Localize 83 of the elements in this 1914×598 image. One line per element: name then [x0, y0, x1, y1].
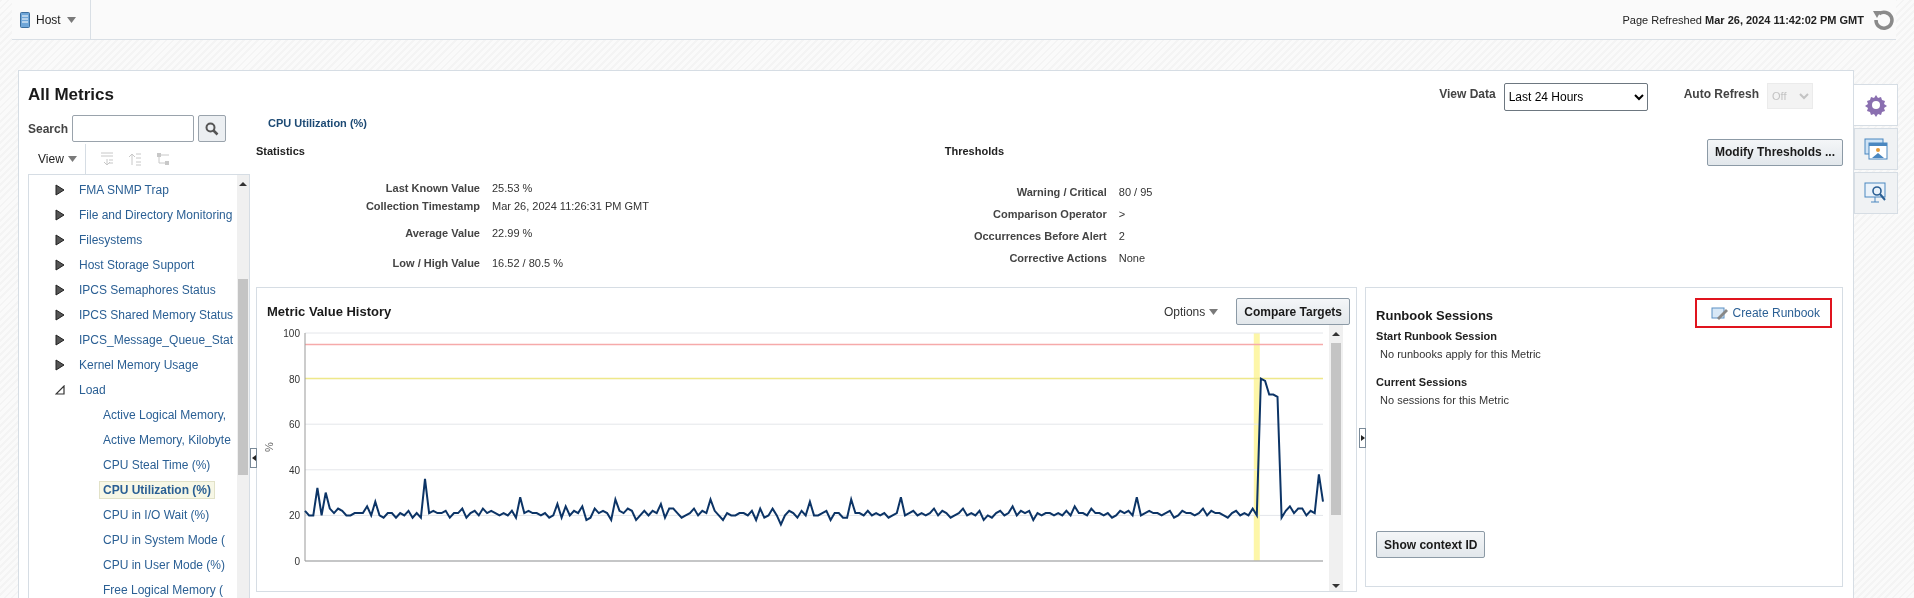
- side-tab[interactable]: [1854, 172, 1898, 214]
- show-context-id-button[interactable]: Show context ID: [1376, 531, 1486, 558]
- monitor-search-icon: [1864, 182, 1888, 204]
- view-data-select[interactable]: Last 24 Hours: [1503, 83, 1648, 111]
- axis-tick-label: 80: [288, 373, 300, 385]
- field-label: Collection Timestamp: [364, 200, 480, 212]
- tree-item[interactable]: Filesystems: [75, 230, 147, 249]
- tree-item[interactable]: FMA SNMP Trap: [75, 180, 173, 199]
- tree-item[interactable]: IPCS Shared Memory Status: [75, 305, 238, 324]
- caret-icon: [1209, 308, 1219, 315]
- tree-item[interactable]: CPU in I/O Wait (%): [99, 505, 214, 524]
- field-label: Occurrences Before Alert: [972, 230, 1107, 242]
- side-tab[interactable]: [1854, 128, 1898, 170]
- caret-icon: [66, 16, 76, 23]
- create-runbook-link[interactable]: Create Runbook: [1694, 298, 1832, 328]
- view-menu[interactable]: View: [28, 144, 86, 174]
- settings-icon: [1863, 93, 1888, 117]
- expand-handle[interactable]: [1359, 428, 1367, 448]
- tree-item[interactable]: Free Logical Memory (: [99, 580, 228, 598]
- search-icon: [205, 121, 220, 136]
- side-tab[interactable]: [1854, 84, 1898, 126]
- tree-item[interactable]: File and Directory Monitoring: [75, 205, 237, 224]
- caret-icon: [67, 156, 77, 162]
- scroll-up-icon[interactable]: [1331, 329, 1341, 339]
- section-title: Current Sessions: [1376, 376, 1469, 388]
- edit-icon: [1710, 306, 1729, 320]
- tree-item[interactable]: CPU in User Mode (%): [99, 555, 230, 574]
- axis-tick-label: 20: [288, 510, 300, 522]
- scroll-down-icon[interactable]: [1331, 581, 1341, 591]
- scrollbar[interactable]: [1329, 325, 1343, 591]
- empty-message: No runbooks apply for this Metric: [1380, 348, 1542, 360]
- search-button[interactable]: [198, 115, 227, 142]
- view-data-label: View Data: [1439, 87, 1496, 101]
- section-title: Start Runbook Session: [1376, 330, 1499, 342]
- axis-tick-label: 100: [283, 328, 300, 339]
- tree-item[interactable]: Load: [75, 380, 110, 399]
- target-menu[interactable]: Host: [12, 0, 91, 40]
- field-label: Last Known Value: [384, 182, 480, 194]
- field-value: Mar 26, 2024 11:26:31 PM GMT: [492, 200, 650, 212]
- axis-title: %: [263, 442, 275, 452]
- tree-item[interactable]: CPU in System Mode (: [99, 530, 230, 549]
- options-menu[interactable]: Options: [1157, 303, 1225, 320]
- page-title: All Metrics: [28, 85, 115, 105]
- window-picture-icon: [1864, 138, 1888, 160]
- tree-item[interactable]: Kernel Memory Usage: [75, 355, 203, 374]
- field-label: Low / High Value: [391, 256, 480, 269]
- field-value: 80 / 95: [1118, 186, 1154, 198]
- modify-thresholds-button[interactable]: Modify Thresholds ...: [1707, 138, 1843, 166]
- field-value: None: [1118, 252, 1147, 264]
- page-refreshed-text: Page Refreshed Mar 26, 2024 11:42:02 PM GMT: [1622, 13, 1864, 26]
- axis-tick-label: 60: [288, 419, 300, 431]
- scroll-up-icon[interactable]: [238, 179, 249, 189]
- field-value: 2: [1118, 230, 1126, 242]
- axis-tick-label: 40: [288, 464, 300, 476]
- collapse-handle[interactable]: [250, 448, 257, 468]
- empty-message: No sessions for this Metric: [1380, 394, 1511, 406]
- tree-item[interactable]: CPU Steal Time (%): [99, 455, 215, 474]
- panel-title: Metric Value History: [267, 304, 392, 319]
- field-value: >: [1118, 208, 1127, 220]
- axis-tick-label: 0: [294, 556, 300, 567]
- field-label: Average Value: [404, 226, 480, 239]
- search-label: Search: [28, 121, 69, 136]
- compare-targets-button[interactable]: Compare Targets: [1236, 298, 1351, 325]
- field-label: Warning / Critical: [1015, 186, 1107, 198]
- tree-item[interactable]: IPCS Semaphores Status: [75, 280, 220, 299]
- search-field[interactable]: [72, 115, 195, 142]
- field-label: Comparison Operator: [992, 208, 1107, 220]
- server-icon: [20, 11, 30, 28]
- scrollbar[interactable]: [237, 175, 249, 598]
- auto-refresh-label: Auto Refresh: [1683, 87, 1759, 101]
- tree-item[interactable]: CPU Utilization (%): [99, 480, 215, 499]
- section-title: Thresholds: [944, 145, 1005, 157]
- field-label: Corrective Actions: [1008, 252, 1107, 264]
- field-value: 16.52 / 80.5 %: [492, 256, 564, 269]
- section-title: Statistics: [256, 145, 306, 157]
- tree-item[interactable]: IPCS_Message_Queue_Stat: [75, 330, 238, 349]
- panel-title: Runbook Sessions: [1376, 308, 1494, 323]
- field-value: 25.53 %: [492, 182, 534, 194]
- metric-title: CPU Utilization (%): [268, 117, 367, 129]
- tree-item[interactable]: Active Logical Memory,: [99, 405, 231, 424]
- tree-item[interactable]: Active Memory, Kilobyte: [99, 430, 235, 449]
- field-value: 22.99 %: [492, 226, 534, 239]
- tree-item[interactable]: Host Storage Support: [75, 255, 199, 274]
